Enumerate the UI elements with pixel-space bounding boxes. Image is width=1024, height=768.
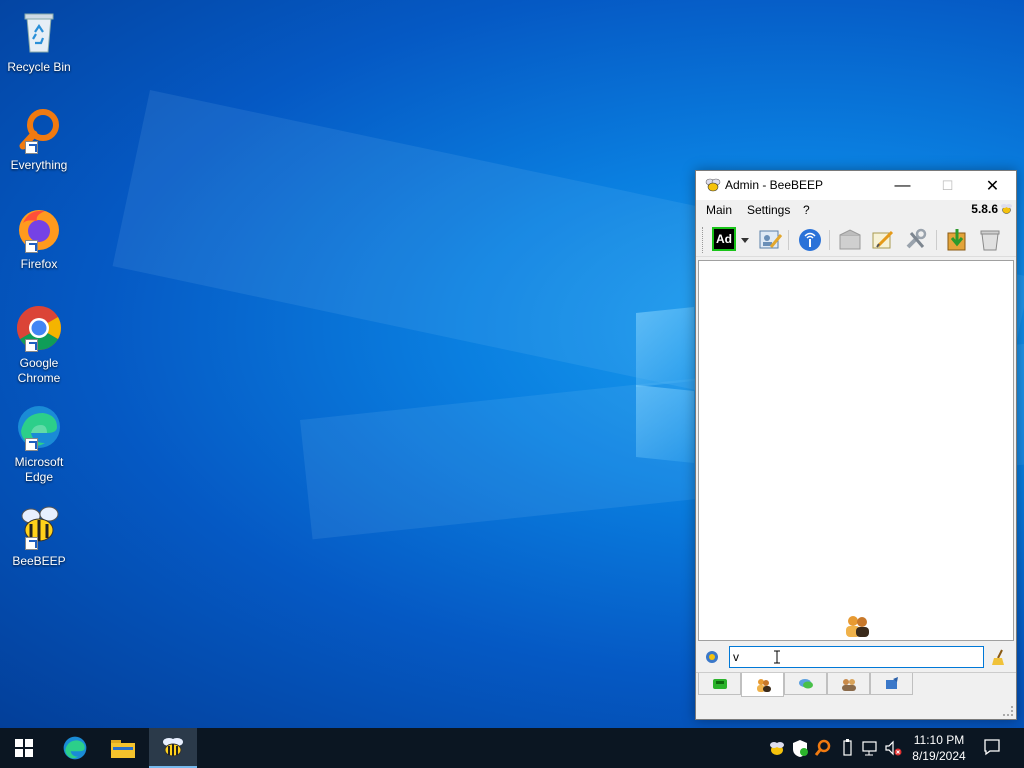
- tab-share[interactable]: [870, 673, 913, 695]
- desktop-icon-label: Everything: [10, 158, 68, 172]
- tray-usb-device-icon[interactable]: [838, 738, 856, 758]
- shortcut-arrow-icon: [25, 141, 38, 154]
- status-dropdown-arrow-icon[interactable]: [738, 227, 752, 253]
- toolbar: Ad: [696, 222, 1016, 257]
- profile-edit-icon[interactable]: [757, 227, 783, 253]
- desktop-icon-google-chrome[interactable]: Google Chrome: [4, 304, 74, 386]
- edge-icon: [15, 403, 63, 451]
- toolbar-separator: [829, 230, 830, 250]
- maximize-button[interactable]: ☐: [925, 171, 970, 200]
- menu-main[interactable]: Main: [706, 203, 732, 217]
- bee-icon: [1000, 202, 1013, 215]
- taskbar-clock[interactable]: 11:10 PM 8/19/2024: [905, 732, 973, 764]
- title-bar[interactable]: Admin - BeeBEEP — ☐ ✕: [696, 171, 1016, 200]
- tab-users-green[interactable]: [698, 673, 741, 695]
- message-input[interactable]: v: [729, 646, 984, 668]
- close-button[interactable]: ✕: [970, 171, 1015, 200]
- desktop-icon-recycle-bin[interactable]: Recycle Bin: [4, 8, 74, 75]
- bee-icon: [15, 502, 63, 550]
- bee-icon: [705, 178, 721, 192]
- toolbar-grip[interactable]: [702, 227, 704, 253]
- shortcut-arrow-icon: [25, 339, 38, 352]
- network-broadcast-icon[interactable]: [797, 227, 823, 253]
- resize-grip[interactable]: [1003, 706, 1013, 716]
- minimize-button[interactable]: —: [880, 171, 925, 200]
- message-input-row: v: [696, 643, 1016, 671]
- clear-broom-icon[interactable]: [990, 648, 1008, 666]
- clock-date: 8/19/2024: [912, 749, 966, 763]
- shortcut-arrow-icon: [25, 537, 38, 550]
- menu-settings[interactable]: Settings: [747, 203, 790, 217]
- status-badge[interactable]: Ad: [712, 227, 736, 251]
- edit-note-icon[interactable]: [870, 227, 896, 253]
- taskbar: 11:10 PM 8/19/2024: [0, 728, 1024, 768]
- shortcut-arrow-icon: [25, 240, 38, 253]
- desktop-icon-beebeep[interactable]: BeeBEEP: [4, 502, 74, 569]
- toolbar-separator: [788, 230, 789, 250]
- recycle-bin-icon: [15, 8, 63, 56]
- tray-network-icon[interactable]: [861, 738, 879, 758]
- desktop-icon-microsoft-edge[interactable]: Microsoft Edge: [4, 403, 74, 485]
- edge-icon: [63, 736, 87, 760]
- users-icon: [842, 613, 872, 639]
- windows-start-icon: [15, 739, 33, 757]
- window-title: Admin - BeeBEEP: [725, 178, 824, 192]
- download-update-icon[interactable]: [944, 227, 970, 253]
- desktop-icon-label: BeeBEEP: [12, 554, 66, 568]
- tray-security-shield-icon[interactable]: [791, 738, 809, 758]
- tray-everything-search-icon[interactable]: [814, 738, 832, 758]
- menu-bar: Main Settings ? 5.8.6: [696, 200, 1016, 222]
- desktop-icon-label: Firefox: [20, 257, 58, 271]
- start-button[interactable]: [0, 728, 48, 768]
- clock-time: 11:10 PM: [913, 733, 965, 747]
- desktop-icon-label: Recycle Bin: [7, 60, 71, 74]
- menu-help[interactable]: ?: [803, 203, 810, 217]
- settings-wrench-icon[interactable]: [903, 227, 929, 253]
- desktop-icon-firefox[interactable]: Firefox: [4, 205, 74, 272]
- mail-icon[interactable]: [837, 227, 863, 253]
- desktop-icon-label: Google Chrome: [17, 356, 61, 385]
- notification-center-icon[interactable]: [982, 737, 1002, 757]
- desktop-icon-label: Microsoft Edge: [14, 455, 64, 484]
- bee-icon: [163, 738, 183, 757]
- shortcut-arrow-icon: [25, 438, 38, 451]
- everything-search-icon: [15, 106, 63, 154]
- text-cursor-icon: [774, 650, 780, 664]
- tray-volume-muted-icon[interactable]: [884, 738, 902, 758]
- toolbar-separator: [936, 230, 937, 250]
- tab-users[interactable]: [741, 673, 784, 697]
- emoticon-gear-icon[interactable]: [704, 649, 720, 665]
- bottom-tabs: [696, 672, 1016, 697]
- trash-clear-icon[interactable]: [977, 227, 1003, 253]
- beebeep-window: Admin - BeeBEEP — ☐ ✕ Main Settings ? 5.…: [695, 170, 1017, 720]
- chat-area[interactable]: [698, 260, 1014, 641]
- taskbar-file-explorer[interactable]: [99, 728, 147, 768]
- firefox-icon: [15, 205, 63, 253]
- taskbar-edge[interactable]: [51, 728, 99, 768]
- tray-beebeep-icon[interactable]: [768, 738, 786, 758]
- version-label: 5.8.6: [971, 202, 998, 216]
- tab-groups[interactable]: [827, 673, 870, 695]
- taskbar-beebeep[interactable]: [149, 728, 197, 768]
- tab-chats[interactable]: [784, 673, 827, 695]
- desktop-icon-everything[interactable]: Everything: [4, 106, 74, 173]
- folder-icon: [111, 740, 135, 758]
- chrome-icon: [15, 304, 63, 352]
